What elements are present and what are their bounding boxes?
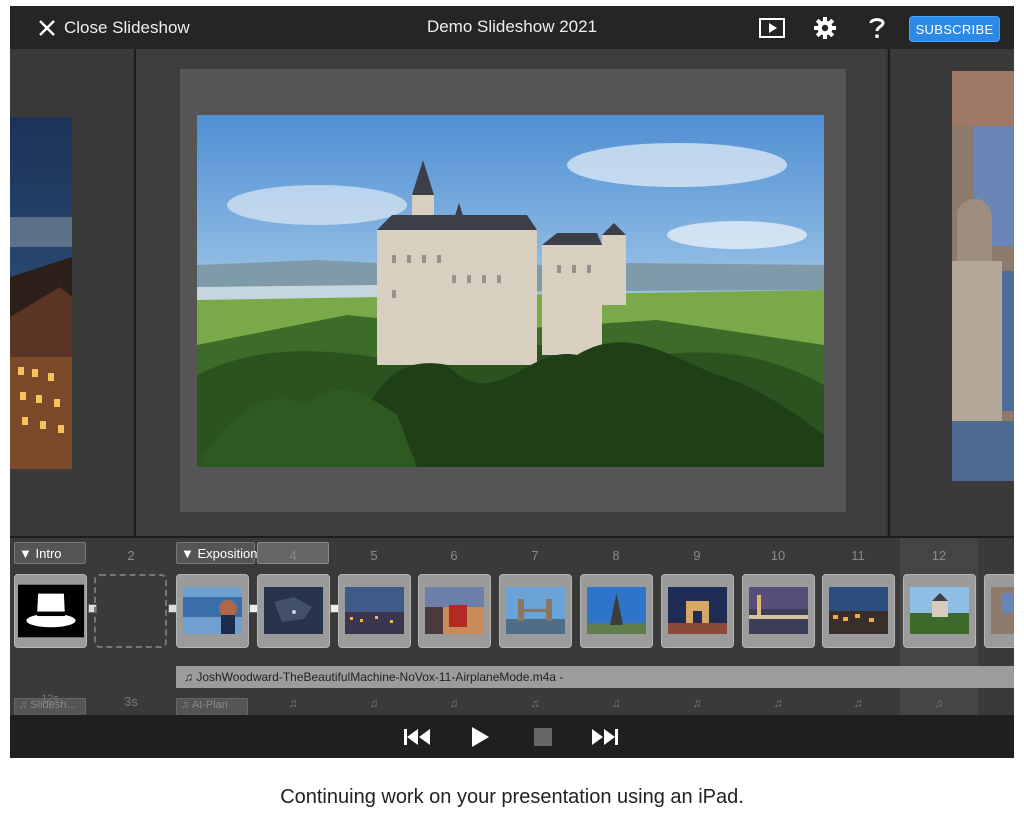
slide-number: 2 — [127, 548, 135, 563]
transport-bar — [10, 715, 1014, 758]
stop-button[interactable] — [532, 725, 554, 749]
music-note-icon: ♫ — [692, 696, 702, 710]
slide-thumb[interactable] — [822, 574, 895, 648]
slide-number: 12 — [931, 548, 947, 563]
chapter-collapse-icon: ▼ — [181, 545, 198, 561]
chapter-collapse-icon: ▼ — [19, 545, 36, 561]
slide-frame — [180, 69, 846, 512]
close-icon — [39, 20, 55, 36]
slide-number: 6 — [450, 548, 458, 563]
timeline: ▼ Intro 2 ▼ Exposition 4 5 6 7 8 9 10 11… — [10, 536, 1014, 717]
slide-thumb-intro[interactable] — [14, 574, 87, 648]
slide-thumb[interactable] — [984, 574, 1014, 648]
next-slide-image — [952, 71, 1014, 481]
help-icon — [869, 18, 885, 38]
music-note-icon: ♫ — [449, 696, 459, 710]
chapter-intro[interactable]: ▼ Intro — [14, 542, 86, 564]
music-note-icon: ♫ — [530, 696, 540, 710]
audio-track[interactable]: ♫ JoshWoodward-TheBeautifulMachine-NoVox… — [176, 666, 1014, 688]
play-button[interactable] — [468, 725, 492, 749]
skip-back-icon — [404, 729, 430, 745]
slide-thumb[interactable] — [338, 574, 411, 648]
slide-number: 10 — [770, 548, 786, 563]
subscribe-button[interactable]: SUBSCRIBE — [909, 16, 1000, 42]
intro-duration: 12s — [41, 693, 59, 705]
empty-slide-slot[interactable] — [94, 574, 167, 648]
slide-number: 8 — [612, 548, 620, 563]
music-note-icon: ♫ — [934, 696, 944, 710]
music-note-icon: ♫ — [369, 696, 379, 710]
previous-slide-panel[interactable] — [10, 49, 136, 536]
slide-thumb[interactable] — [661, 574, 734, 648]
slide-thumb[interactable] — [176, 574, 249, 648]
current-slide-image[interactable] — [197, 115, 824, 467]
slide-thumb[interactable] — [580, 574, 653, 648]
slide-duration: 3s — [124, 694, 138, 709]
slide-number: 9 — [693, 548, 701, 563]
top-bar: Close Slideshow Demo Slideshow 2021 SUBS… — [10, 6, 1014, 49]
stop-icon — [534, 728, 552, 746]
skip-forward-icon — [592, 729, 618, 745]
caption: Continuing work on your presentation usi… — [280, 786, 744, 808]
play-preview-button[interactable] — [758, 15, 786, 41]
chapter-exposition[interactable]: ▼ Exposition — [176, 542, 258, 564]
slide-thumb[interactable] — [418, 574, 491, 648]
play-preview-icon — [759, 18, 785, 38]
close-slideshow-button[interactable]: Close Slideshow — [38, 15, 190, 41]
exposition-track-label[interactable]: ♫ At-Plan — [176, 698, 248, 716]
slide-number: 4 — [289, 548, 297, 563]
previous-slide-image — [10, 117, 72, 469]
music-note-icon: ♫ — [773, 696, 783, 710]
settings-button[interactable] — [812, 15, 838, 41]
gear-icon — [814, 17, 836, 39]
slide-number: 5 — [370, 548, 378, 563]
slide-stage — [10, 49, 1014, 536]
slideshow-app: Close Slideshow Demo Slideshow 2021 SUBS… — [10, 6, 1014, 758]
slide-thumb[interactable] — [257, 574, 330, 648]
current-slide-panel — [136, 49, 886, 536]
next-slide-panel[interactable] — [888, 49, 1014, 536]
music-note-icon: ♫ — [288, 696, 298, 710]
exposition-track-text: ♫ At-Plan — [181, 699, 228, 711]
slide-thumb[interactable] — [903, 574, 976, 648]
slide-thumb[interactable] — [742, 574, 815, 648]
chapter-exposition-label: Exposition — [197, 545, 258, 561]
skip-back-button[interactable] — [402, 725, 432, 749]
slide-thumb[interactable] — [499, 574, 572, 648]
chapter-intro-label: Intro — [35, 545, 62, 561]
slide-number: 11 — [851, 548, 865, 563]
close-slideshow-label: Close Slideshow — [64, 18, 190, 37]
music-note-icon: ♫ — [611, 696, 621, 710]
help-button[interactable] — [866, 15, 888, 41]
play-icon — [472, 727, 489, 747]
music-note-icon: ♫ — [853, 696, 863, 710]
skip-forward-button[interactable] — [590, 725, 620, 749]
slide-number: 7 — [531, 548, 539, 563]
